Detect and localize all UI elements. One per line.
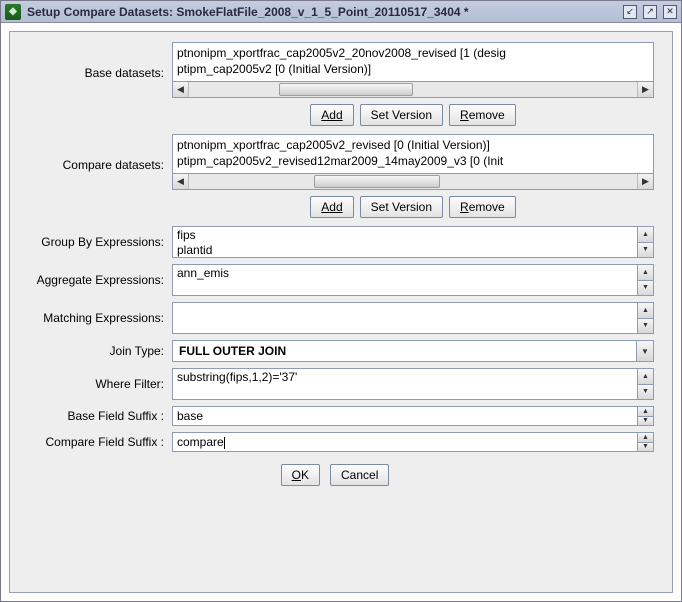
where-filter-input[interactable]: substring(fips,1,2)='37': [172, 368, 637, 400]
list-item[interactable]: ptnonipm_xportfrac_cap2005v2_20nov2008_r…: [177, 45, 649, 61]
cancel-button[interactable]: Cancel: [330, 464, 389, 486]
app-icon: ◆: [5, 4, 21, 20]
window-controls: ↙ ↗ ✕: [623, 5, 677, 19]
mnemonic: Add: [321, 200, 342, 214]
minimize-button[interactable]: ↙: [623, 5, 637, 19]
base-set-version-button[interactable]: Set Version: [360, 104, 443, 126]
spin-up-icon[interactable]: ▲: [637, 432, 654, 443]
maximize-button[interactable]: ↗: [643, 5, 657, 19]
chevron-down-icon[interactable]: ▼: [636, 341, 653, 361]
scroll-right-icon[interactable]: ▶: [637, 174, 653, 189]
base-datasets-list[interactable]: ptnonipm_xportfrac_cap2005v2_20nov2008_r…: [172, 42, 654, 82]
app-window: ◆ Setup Compare Datasets: SmokeFlatFile_…: [0, 0, 682, 602]
list-item[interactable]: ptnonipm_xportfrac_cap2005v2_revised [0 …: [177, 137, 649, 153]
where-filter-spinner: ▲ ▼: [637, 368, 654, 400]
scroll-thumb[interactable]: [314, 175, 439, 188]
base-datasets-hscroll[interactable]: ◀ ▶: [172, 82, 654, 98]
matching-input[interactable]: [172, 302, 637, 334]
titlebar: ◆ Setup Compare Datasets: SmokeFlatFile_…: [1, 1, 681, 23]
where-filter-label: Where Filter:: [16, 368, 172, 400]
where-filter-field[interactable]: substring(fips,1,2)='37' ▲ ▼: [172, 368, 654, 400]
spin-down-icon[interactable]: ▼: [637, 443, 654, 453]
compare-suffix-label: Compare Field Suffix :: [16, 432, 172, 452]
dialog-buttons: OK Cancel: [16, 464, 654, 486]
content-panel: Base datasets: ptnonipm_xportfrac_cap200…: [9, 31, 673, 593]
base-remove-button[interactable]: Remove: [449, 104, 516, 126]
base-datasets-label: Base datasets:: [16, 42, 172, 126]
close-button[interactable]: ✕: [663, 5, 677, 19]
aggregate-input[interactable]: ann_emis: [172, 264, 637, 296]
spin-down-icon[interactable]: ▼: [637, 243, 654, 259]
group-by-spinner: ▲ ▼: [637, 226, 654, 258]
window-title: Setup Compare Datasets: SmokeFlatFile_20…: [27, 5, 623, 19]
scroll-left-icon[interactable]: ◀: [173, 174, 189, 189]
mnemonic: Add: [321, 108, 342, 122]
aggregate-field[interactable]: ann_emis ▲ ▼: [172, 264, 654, 296]
aggregate-spinner: ▲ ▼: [637, 264, 654, 296]
compare-remove-button[interactable]: Remove: [449, 196, 516, 218]
compare-datasets-buttons: Add Set Version Remove: [172, 196, 654, 218]
base-suffix-input[interactable]: base: [172, 406, 637, 426]
mnemonic-wrap: Remove: [460, 200, 505, 214]
spin-up-icon[interactable]: ▲: [637, 264, 654, 281]
group-by-line: fips: [177, 228, 633, 243]
matching-spinner: ▲ ▼: [637, 302, 654, 334]
list-item[interactable]: ptipm_cap2005v2_revised12mar2009_14may20…: [177, 153, 649, 169]
spin-up-icon[interactable]: ▲: [637, 302, 654, 319]
compare-datasets-hscroll[interactable]: ◀ ▶: [172, 174, 654, 190]
scroll-left-icon[interactable]: ◀: [173, 82, 189, 97]
aggregate-label: Aggregate Expressions:: [16, 264, 172, 296]
spin-down-icon[interactable]: ▼: [637, 319, 654, 335]
spin-up-icon[interactable]: ▲: [637, 406, 654, 417]
scroll-thumb[interactable]: [279, 83, 413, 96]
compare-datasets-list[interactable]: ptnonipm_xportfrac_cap2005v2_revised [0 …: [172, 134, 654, 174]
spin-up-icon[interactable]: ▲: [637, 368, 654, 385]
base-add-button[interactable]: Add: [310, 104, 353, 126]
matching-field[interactable]: ▲ ▼: [172, 302, 654, 334]
compare-add-button[interactable]: Add: [310, 196, 353, 218]
compare-suffix-input[interactable]: compare: [172, 432, 637, 452]
spin-down-icon[interactable]: ▼: [637, 417, 654, 427]
base-datasets-buttons: Add Set Version Remove: [172, 104, 654, 126]
spin-up-icon[interactable]: ▲: [637, 226, 654, 243]
join-type-combo[interactable]: FULL OUTER JOIN ▼: [172, 340, 654, 362]
ok-button[interactable]: OK: [281, 464, 320, 486]
group-by-field[interactable]: fips plantid ▲ ▼: [172, 226, 654, 258]
compare-set-version-button[interactable]: Set Version: [360, 196, 443, 218]
list-item[interactable]: ptipm_cap2005v2 [0 (Initial Version)]: [177, 61, 649, 77]
scroll-right-icon[interactable]: ▶: [637, 82, 653, 97]
group-by-input[interactable]: fips plantid: [172, 226, 637, 258]
mnemonic-wrap: OK: [292, 468, 309, 482]
scroll-track[interactable]: [189, 82, 637, 97]
base-suffix-field[interactable]: base ▲ ▼: [172, 406, 654, 426]
matching-label: Matching Expressions:: [16, 302, 172, 334]
mnemonic-wrap: Remove: [460, 108, 505, 122]
join-type-value: FULL OUTER JOIN: [173, 341, 636, 361]
spin-down-icon[interactable]: ▼: [637, 281, 654, 297]
base-suffix-spinner: ▲ ▼: [637, 406, 654, 426]
compare-suffix-field[interactable]: compare ▲ ▼: [172, 432, 654, 452]
join-type-label: Join Type:: [16, 340, 172, 362]
group-by-label: Group By Expressions:: [16, 226, 172, 258]
scroll-track[interactable]: [189, 174, 637, 189]
group-by-line: plantid: [177, 243, 633, 258]
compare-suffix-spinner: ▲ ▼: [637, 432, 654, 452]
spin-down-icon[interactable]: ▼: [637, 385, 654, 401]
base-suffix-label: Base Field Suffix :: [16, 406, 172, 426]
compare-datasets-label: Compare datasets:: [16, 134, 172, 218]
